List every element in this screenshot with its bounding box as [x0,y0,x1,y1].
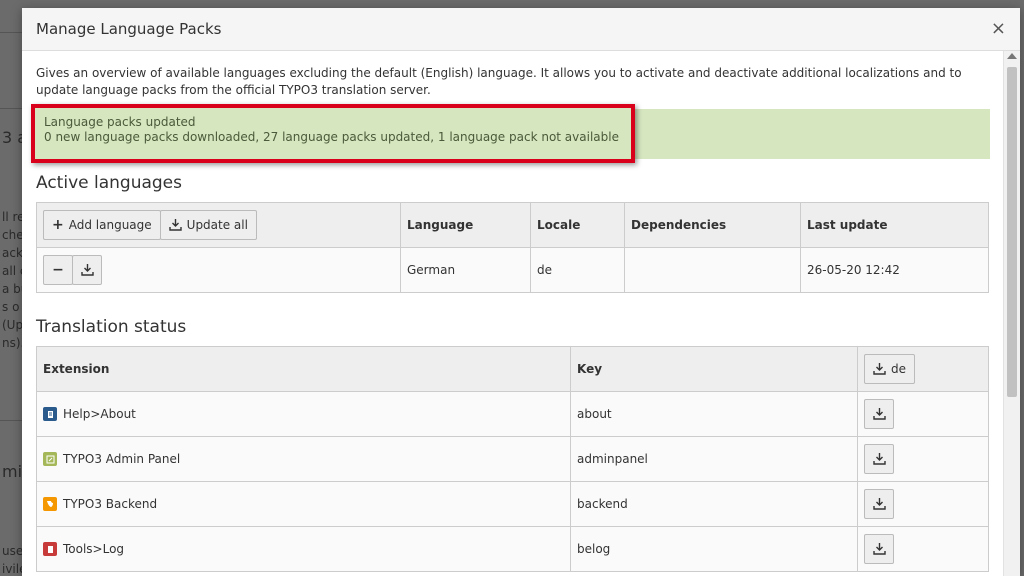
extension-name: Help>About [63,407,136,421]
help-about-icon [43,407,57,421]
lang-column-header: de [857,346,989,392]
update-all-button[interactable]: Update all [159,210,257,240]
download-icon [168,219,182,231]
alert-title: Language packs updated [44,115,196,129]
alert-message: 0 new language packs downloaded, 27 lang… [44,130,619,144]
background-text: ns). [2,336,25,350]
extension-name: TYPO3 Backend [63,497,158,511]
typo3-icon [43,497,57,511]
table-row: Help>About about [36,391,989,437]
update-all-label: Update all [186,218,248,232]
table-row: TYPO3 Backend backend [36,481,989,527]
table-row: TYPO3 Admin Panel adminpanel [36,436,989,482]
key-cell: adminpanel [570,436,858,482]
minus-icon: − [52,262,64,278]
lang-code-label: de [891,362,906,376]
language-cell: German [400,247,531,293]
download-cell [857,481,989,527]
locale-cell: de [530,247,625,293]
modal-header: Manage Language Packs × [22,8,1020,51]
modal-body: Gives an overview of available languages… [22,51,1004,576]
dependencies-column-header: Dependencies [624,202,801,248]
scrollbar-thumb[interactable] [1007,67,1017,397]
download-icon [873,363,886,375]
last-update-column-header: Last update [800,202,989,248]
actions-header: + Add language Update all [36,202,401,248]
alert-highlight-box: Language packs updated 0 new language pa… [31,104,635,163]
tools-log-icon [43,542,57,556]
extension-name: TYPO3 Admin Panel [63,452,181,466]
scroll-up-icon[interactable] [1007,53,1017,59]
background-text: use [2,544,24,558]
key-column-header: Key [570,346,858,392]
update-language-button[interactable] [72,255,102,285]
background-divider [0,420,22,421]
table-header-row: Extension Key de [36,346,989,392]
download-translation-button[interactable] [864,489,894,519]
alert-text: Language packs updated 0 new language pa… [44,115,619,145]
key-cell: backend [570,481,858,527]
translation-status-table: Extension Key de Help>About about TYPO3 … [36,346,989,572]
download-icon [80,264,94,276]
table-row: − German de 26-05-20 12:42 [36,247,989,293]
extension-name: Tools>Log [63,542,125,556]
add-language-button[interactable]: + Add language [43,210,161,240]
download-cell [857,436,989,482]
download-cell [857,526,989,572]
download-cell [857,391,989,437]
table-header-row: + Add language Update all Language Local… [36,202,989,248]
deactivate-language-button[interactable]: − [43,255,73,285]
background-text: che [2,228,24,242]
language-column-header: Language [400,202,531,248]
background-text: s o [2,300,20,314]
extension-cell: Help>About [36,391,571,437]
extension-cell: TYPO3 Backend [36,481,571,527]
extension-column-header: Extension [36,346,571,392]
row-actions: − [36,247,401,293]
close-icon[interactable]: × [991,20,1006,38]
locale-column-header: Locale [530,202,625,248]
last-update-cell: 26-05-20 12:42 [800,247,989,293]
extension-cell: Tools>Log [36,526,571,572]
active-languages-heading: Active languages [36,173,182,193]
background-divider [0,108,22,109]
download-translation-button[interactable] [864,444,894,474]
modal-title: Manage Language Packs [36,20,222,38]
download-translation-button[interactable] [864,399,894,429]
background-divider [0,32,22,33]
download-icon [872,543,886,555]
success-alert: Language packs updated 0 new language pa… [31,104,990,163]
download-icon [872,498,886,510]
language-packs-modal: Manage Language Packs × Gives an overvie… [22,8,1020,576]
download-icon [872,453,886,465]
download-icon [872,408,886,420]
key-cell: belog [570,526,858,572]
add-language-label: Add language [68,218,152,232]
modal-scrollbar[interactable] [1003,51,1020,576]
dependencies-cell [624,247,801,293]
extension-cell: TYPO3 Admin Panel [36,436,571,482]
translation-status-heading: Translation status [36,317,187,337]
admin-panel-icon [43,452,57,466]
background-text: (Up [2,318,24,332]
update-de-all-button[interactable]: de [864,354,915,384]
intro-text: Gives an overview of available languages… [36,66,962,97]
download-translation-button[interactable] [864,534,894,564]
plus-icon: + [52,217,64,233]
background-text: ack [2,246,23,260]
table-row: Tools>Log belog [36,526,989,572]
key-cell: about [570,391,858,437]
active-languages-table: + Add language Update all Language Local… [36,202,989,293]
